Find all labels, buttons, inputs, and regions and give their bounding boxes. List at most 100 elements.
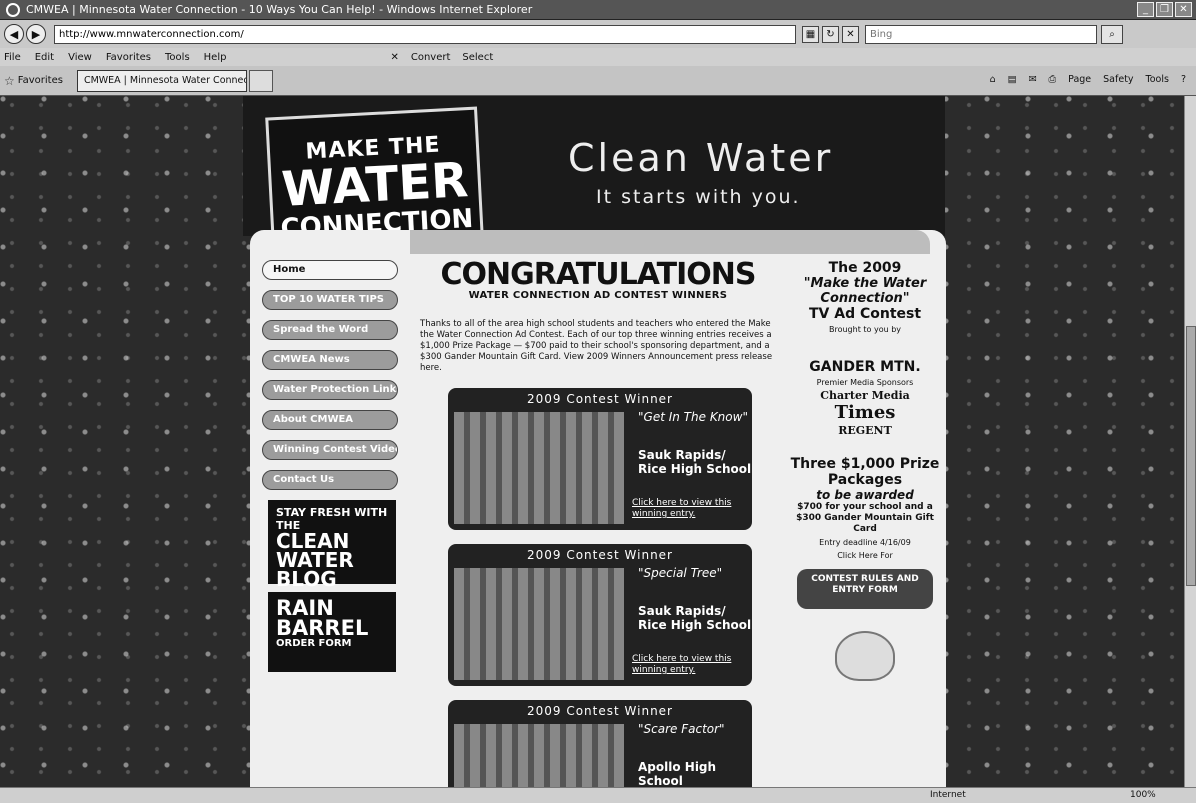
ie-logo-icon [6, 2, 20, 17]
winner-school: Apollo High School [638, 760, 717, 787]
internet-zone: Internet [930, 790, 966, 800]
click-here-text[interactable]: Click Here For [790, 550, 940, 561]
feeds-icon[interactable]: ▤ [1008, 74, 1017, 85]
safety-menu[interactable]: Safety [1103, 74, 1133, 85]
brought-by-text: Brought to you by [828, 325, 902, 334]
address-bar: ◀ ▶ ▦ ↻ ✕ ⌕ [0, 20, 1196, 48]
tools-menu[interactable]: Tools [1146, 74, 1169, 85]
clean-water-blog-button[interactable]: STAY FRESH WITH THE CLEAN WATER BLOG [268, 500, 396, 589]
premier-sponsors-text: Premier Media Sponsors [816, 378, 914, 387]
menu-favorites[interactable]: Favorites [106, 52, 151, 63]
window-title: CMWEA | Minnesota Water Connection - 10 … [26, 3, 533, 16]
page-title: CONGRATULATIONS [440, 257, 757, 292]
winner-card[interactable]: 2009 Contest Winner "Get In The Know" Sa… [448, 388, 752, 530]
nav-item-contact-us[interactable]: Contact Us [262, 470, 398, 490]
winner-header: 2009 Contest Winner [526, 548, 673, 562]
winner-title: "Special Tree" [638, 566, 723, 580]
print-icon[interactable]: ⎙ [1049, 74, 1057, 85]
nav-item-cmwea-news[interactable]: CMWEA News [262, 350, 398, 370]
menu-edit[interactable]: Edit [35, 52, 54, 63]
winner-thumbnail[interactable] [454, 724, 624, 787]
sidebar-nav: Home TOP 10 WATER TIPS Spread the Word C… [262, 260, 398, 672]
contest-year: The 2009 [828, 260, 902, 276]
menu-file[interactable]: File [4, 52, 21, 63]
banner-headline: Clean Water [568, 136, 834, 180]
winner-thumbnail[interactable] [454, 568, 624, 680]
contest-sidebar: The 2009 "Make the Water Connection" TV … [790, 260, 940, 681]
menu-help[interactable]: Help [204, 52, 227, 63]
menu-tools[interactable]: Tools [165, 52, 190, 63]
window-controls: _ ❐ ✕ [1137, 2, 1192, 17]
nav-item-winning-contest-videos[interactable]: Winning Contest Videos [262, 440, 398, 460]
blog-main-text: CLEAN WATER BLOG [276, 529, 354, 591]
rain-main-text: RAIN BARREL [276, 596, 369, 640]
intro-text: Thanks to all of the area high school st… [420, 319, 773, 373]
favorites-bar: ☆ Favorites CMWEA | Minnesota Water Conn… [0, 66, 1196, 96]
content-panel: Home TOP 10 WATER TIPS Spread the Word C… [250, 230, 946, 787]
nav-item-spread-the-word[interactable]: Spread the Word [262, 320, 398, 340]
page-subtitle: WATER CONNECTION AD CONTEST WINNERS [468, 290, 728, 301]
page-viewport: MAKE THE WATER CONNECTION Clean Water It… [0, 96, 1184, 787]
stop-icon[interactable]: ✕ [842, 25, 859, 43]
zoom-level[interactable]: 100% [1130, 790, 1156, 800]
prize-headline: Three $1,000 Prize Packages [790, 456, 940, 488]
panel-top-strip [410, 230, 930, 254]
restore-icon[interactable]: ❐ [1156, 2, 1173, 17]
rain-barrel-button[interactable]: RAIN BARREL ORDER FORM [268, 592, 396, 672]
winner-view-link[interactable]: Click here to view this winning entry. [632, 498, 752, 520]
help-icon[interactable]: ? [1181, 74, 1186, 85]
regent-logo[interactable]: REGENT [790, 423, 940, 438]
menu-view[interactable]: View [68, 52, 92, 63]
status-bar: Internet 100% [0, 787, 1196, 803]
gander-logo[interactable]: GANDER MTN. [790, 359, 940, 375]
contest-type: TV Ad Contest [808, 306, 922, 322]
nav-item-home[interactable]: Home [262, 260, 398, 280]
vertical-scrollbar[interactable] [1184, 96, 1196, 787]
nav-item-about-cmwea[interactable]: About CMWEA [262, 410, 398, 430]
site-banner: MAKE THE WATER CONNECTION Clean Water It… [243, 96, 945, 268]
url-field[interactable] [54, 24, 796, 44]
winner-card[interactable]: 2009 Contest Winner "Special Tree" Sauk … [448, 544, 752, 686]
contest-rules-button[interactable]: CONTEST RULES AND ENTRY FORM [797, 569, 933, 609]
search-icon[interactable]: ⌕ [1101, 24, 1123, 44]
prize-description: $700 for your school and a $300 Gander M… [796, 502, 934, 534]
convert-button[interactable]: Convert [411, 52, 451, 63]
contest-name: "Make the Water Connection" [803, 276, 927, 306]
menu-bar: File Edit View Favorites Tools Help ✕ Co… [0, 48, 1196, 66]
duck-mascot-icon [835, 631, 895, 681]
favorites-button[interactable]: ☆ Favorites [4, 74, 63, 88]
star-icon: ☆ [4, 73, 15, 88]
new-tab-button[interactable] [248, 69, 273, 92]
main-content: CONGRATULATIONS WATER CONNECTION AD CONT… [420, 260, 776, 787]
search-input[interactable] [865, 24, 1097, 44]
rain-sub-text: ORDER FORM [276, 638, 352, 649]
nav-item-water-protection-links[interactable]: Water Protection Links [262, 380, 398, 400]
winner-header: 2009 Contest Winner [526, 704, 673, 718]
forward-icon[interactable]: ▶ [26, 24, 46, 44]
mail-icon[interactable]: ✉ [1029, 74, 1037, 85]
home-icon[interactable]: ⌂ [990, 74, 996, 85]
select-button[interactable]: Select [462, 52, 493, 63]
scrollbar-thumb[interactable] [1186, 326, 1196, 586]
winner-view-link[interactable]: Click here to view this winning entry. [632, 654, 752, 676]
banner-subline: It starts with you. [596, 186, 801, 208]
winner-thumbnail[interactable] [454, 412, 624, 524]
winner-card[interactable]: 2009 Contest Winner "Scare Factor" Apoll… [448, 700, 752, 787]
page-menu[interactable]: Page [1068, 74, 1091, 85]
window-title-bar: CMWEA | Minnesota Water Connection - 10 … [0, 0, 1196, 20]
compat-view-icon[interactable]: ▦ [802, 25, 819, 43]
minimize-icon[interactable]: _ [1137, 2, 1154, 17]
charter-media-logo[interactable]: Charter Media [790, 388, 940, 403]
close-toolbar-icon[interactable]: ✕ [390, 52, 398, 63]
command-bar: ⌂ ▤ ✉ ⎙ Page Safety Tools ? [990, 74, 1186, 85]
tab-current[interactable]: CMWEA | Minnesota Water Connection - 10 … [76, 69, 247, 92]
winner-title: "Get In The Know" [638, 410, 748, 424]
close-icon[interactable]: ✕ [1175, 2, 1192, 17]
times-logo[interactable]: Times [790, 403, 940, 423]
prize-subline: to be awarded [816, 488, 914, 502]
back-icon[interactable]: ◀ [4, 24, 24, 44]
refresh-icon[interactable]: ↻ [822, 25, 839, 43]
entry-deadline: Entry deadline 4/16/09 [819, 538, 911, 547]
nav-item-top-10-water-tips[interactable]: TOP 10 WATER TIPS [262, 290, 398, 310]
winner-title: "Scare Factor" [638, 722, 725, 736]
